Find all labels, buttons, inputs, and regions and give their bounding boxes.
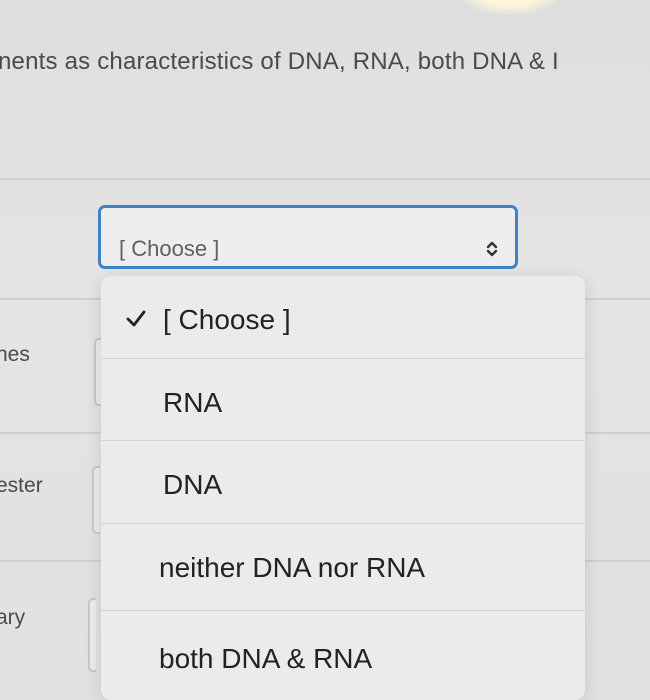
- row-select[interactable]: [88, 598, 96, 672]
- divider: [0, 178, 650, 180]
- checkmark-icon: [126, 310, 146, 327]
- characteristic-select[interactable]: [ Choose ]: [98, 205, 518, 269]
- dropdown-option-dna[interactable]: DNA: [101, 440, 585, 523]
- dropdown-option-label: DNA: [163, 469, 223, 500]
- dropdown-option-rna[interactable]: RNA: [101, 358, 585, 441]
- dropdown-option-neither[interactable]: neither DNA nor RNA: [101, 523, 585, 606]
- light-glare: [455, 0, 565, 15]
- dropdown-option-label: RNA: [163, 387, 223, 418]
- question-instructions: nents as characteristics of DNA, RNA, bo…: [0, 48, 559, 75]
- row-label: ester: [0, 474, 43, 497]
- up-down-chevron-icon: [486, 241, 498, 257]
- dropdown-option-label: neither DNA nor RNA: [159, 552, 426, 583]
- dropdown-option-label: both DNA & RNA: [159, 643, 373, 674]
- row-select[interactable]: [92, 466, 100, 534]
- dropdown-option-label: [ Choose ]: [163, 304, 291, 335]
- select-value: [ Choose ]: [119, 236, 220, 261]
- row-label: nes: [0, 343, 30, 366]
- dropdown-option-choose[interactable]: [ Choose ]: [101, 276, 585, 358]
- row-label: ary: [0, 606, 26, 629]
- dropdown-option-both[interactable]: both DNA & RNA: [101, 610, 585, 693]
- dropdown-menu: [ Choose ] RNA DNA neither DNA nor RNA b…: [101, 276, 585, 700]
